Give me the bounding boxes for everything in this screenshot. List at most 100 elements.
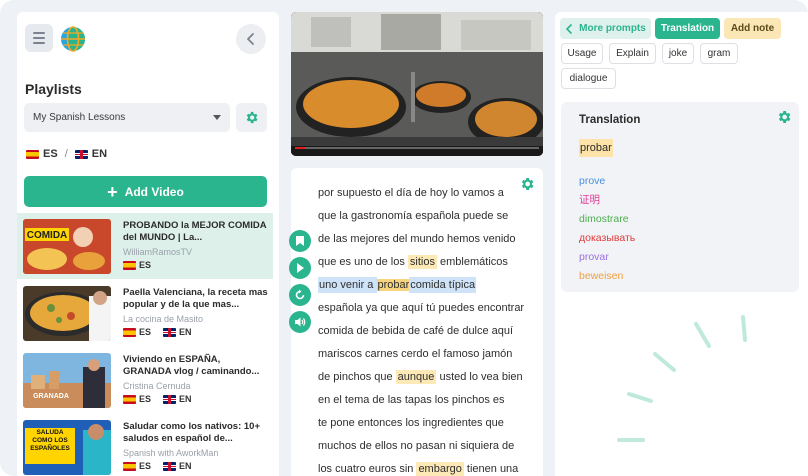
prompt-chip-joke[interactable]: joke (662, 43, 694, 64)
chevron-left-icon (566, 23, 572, 34)
spain-flag-icon (123, 260, 136, 270)
transcript-segment[interactable]: en el tema de las tapas los pinchos es (318, 394, 505, 406)
selected-word[interactable]: probar (377, 279, 410, 291)
transcript-segment[interactable]: que es uno de los (318, 256, 408, 268)
play-button[interactable] (289, 257, 311, 279)
add-video-button[interactable]: + Add Video (24, 176, 267, 207)
transcript-segment[interactable]: los cuatro euros sin (318, 463, 416, 475)
highlighted-word[interactable]: aunque (395, 370, 437, 384)
highlighted-word[interactable]: embargo (416, 462, 464, 476)
kitchen-video-frame (291, 12, 543, 156)
translation-item: dimostrare (579, 213, 629, 225)
video-lang-es: ES (139, 327, 152, 337)
transcript-segment[interactable]: mariscos carnes cerdo el famoso jamón (318, 348, 512, 360)
translation-card: Translation probar prove 证明 dimostrare дока… (561, 102, 799, 292)
transcript-segment[interactable]: que la gastronomía española puede se (318, 210, 508, 222)
audio-button[interactable] (289, 311, 311, 333)
add-note-button[interactable]: Add note (724, 18, 781, 39)
transcript-segment[interactable]: muchos de ellos no pasan ni siquiera de (318, 440, 514, 452)
spain-flag-icon (123, 394, 136, 404)
transcript-line[interactable]: uno venir a probarcomida típica (318, 274, 543, 297)
video-controls[interactable] (291, 146, 543, 156)
video-lang-es: ES (139, 461, 152, 471)
selected-word: probar (579, 139, 613, 157)
gear-icon[interactable] (776, 109, 792, 125)
video-languages: ES EN (123, 394, 192, 404)
video-thumbnail: COMIDA (23, 219, 111, 274)
transcript-segment[interactable]: tienen una (464, 463, 518, 475)
left-sidebar: Playlists My Spanish Lessons ES / EN + A… (17, 12, 279, 476)
video-languages: ES EN (123, 461, 192, 471)
video-player[interactable] (291, 12, 543, 156)
transcript-text[interactable]: por supuesto el día de hoy lo vamos a que… (318, 182, 543, 476)
uk-flag-icon (163, 394, 177, 404)
bookmark-icon (296, 236, 304, 246)
prompt-chip-explain[interactable]: Explain (609, 43, 656, 64)
collapse-sidebar-button[interactable] (236, 24, 266, 54)
selected-phrase[interactable]: comida típica (409, 277, 477, 293)
transcript-line[interactable]: por supuesto el día de hoy lo vamos a (318, 182, 543, 205)
transcript-panel: por supuesto el día de hoy lo vamos a que… (291, 168, 543, 476)
video-channel: Spanish with AworkMan (123, 448, 219, 458)
highlighted-word[interactable]: sitios (407, 255, 437, 269)
translation-item: доказывать (579, 232, 636, 244)
target-language: EN (91, 148, 108, 160)
video-list-item[interactable]: Paella Valenciana, la receta mas popular… (17, 280, 273, 346)
transcript-line[interactable]: te pone entonces los ingredientes que (318, 412, 543, 435)
transcript-line[interactable]: que la gastronomía española puede se (318, 205, 543, 228)
transcript-line[interactable]: en el tema de las tapas los pinchos es (318, 389, 543, 412)
video-lang-en: EN (179, 327, 192, 337)
language-separator: / (64, 148, 68, 160)
hamburger-menu-icon[interactable] (25, 24, 53, 52)
video-channel: La cocina de Masito (123, 314, 204, 324)
transcript-segment[interactable]: de las mejores del mundo hemos venido (318, 233, 516, 245)
transcript-line[interactable]: de pinchos que aunque usted lo vea bien (318, 366, 543, 389)
translation-item: beweisen (579, 270, 624, 282)
transcript-line[interactable]: muchos de ellos no pasan ni siquiera de (318, 435, 543, 458)
add-video-label: Add Video (124, 184, 184, 199)
spain-flag-icon (123, 461, 136, 471)
transcript-segment[interactable]: te pone entonces los ingredientes que (318, 417, 504, 429)
transcript-line[interactable]: que es uno de los sitios emblemáticos (318, 251, 543, 274)
transcript-segment[interactable]: usted lo vea bien (436, 371, 522, 383)
selected-phrase[interactable]: uno venir a (318, 277, 378, 293)
transcript-segment[interactable]: por supuesto el día de hoy lo vamos a (318, 187, 504, 199)
transcript-line[interactable]: mariscos carnes cerdo el famoso jamón (318, 343, 543, 366)
globe-logo-icon (61, 26, 85, 52)
video-list: COMIDA PROBANDO la MEJOR COMIDA del MUND… (17, 213, 273, 476)
transcript-line[interactable]: comida de bebida de café de dulce aquí (318, 320, 543, 343)
video-lang-es: ES (139, 394, 152, 404)
video-channel: Cristina Cernuda (123, 381, 191, 391)
video-list-item[interactable]: GRANADA Viviendo en ESPAÑA, GRANADA vlog… (17, 347, 273, 413)
uk-flag-icon (74, 149, 88, 159)
video-list-item[interactable]: COMIDA PROBANDO la MEJOR COMIDA del MUND… (17, 213, 273, 279)
translation-item: 证明 (579, 194, 600, 206)
transcript-line[interactable]: española ya que aquí tú puedes encontrar (318, 297, 543, 320)
transcript-line[interactable]: los cuatro euros sin embargo tienen una (318, 458, 543, 476)
gear-icon (246, 111, 258, 124)
transcript-line[interactable]: de las mejores del mundo hemos venido (318, 228, 543, 251)
video-list-item[interactable]: SALUDA COMO LOS ESPAÑOLES Saludar como l… (17, 414, 273, 476)
playlist-select[interactable]: My Spanish Lessons (24, 103, 230, 132)
more-prompts-label: More prompts (579, 23, 646, 34)
prompt-chip-gram[interactable]: gram (700, 43, 738, 64)
greeting-thumbnail-icon: SALUDA COMO LOS ESPAÑOLES (23, 420, 111, 475)
transcript-segment[interactable]: de pinchos que (318, 371, 396, 383)
transcript-segment[interactable]: emblemáticos (437, 256, 508, 268)
translation-tab[interactable]: Translation (655, 18, 720, 39)
replay-button[interactable] (289, 284, 311, 306)
video-title: Saludar como los nativos: 10+ saludos en… (123, 421, 261, 444)
more-prompts-button[interactable]: More prompts (560, 18, 651, 39)
prompt-chip-usage[interactable]: Usage (561, 43, 603, 64)
playlist-settings-button[interactable] (236, 103, 267, 132)
transcript-segment[interactable]: comida de bebida de café de dulce aquí (318, 325, 513, 337)
transcript-segment[interactable]: española ya que aquí tú puedes encontrar (318, 302, 524, 314)
language-pair[interactable]: ES / EN (26, 148, 107, 160)
prompt-chip-dialogue[interactable]: dialogue (561, 68, 616, 89)
spain-flag-icon (123, 327, 136, 337)
video-thumbnail: SALUDA COMO LOS ESPAÑOLES (23, 420, 111, 475)
video-lang-en: EN (179, 461, 192, 471)
video-progress-bar[interactable] (295, 147, 539, 149)
source-language: ES (43, 148, 58, 160)
bookmark-button[interactable] (289, 230, 311, 252)
